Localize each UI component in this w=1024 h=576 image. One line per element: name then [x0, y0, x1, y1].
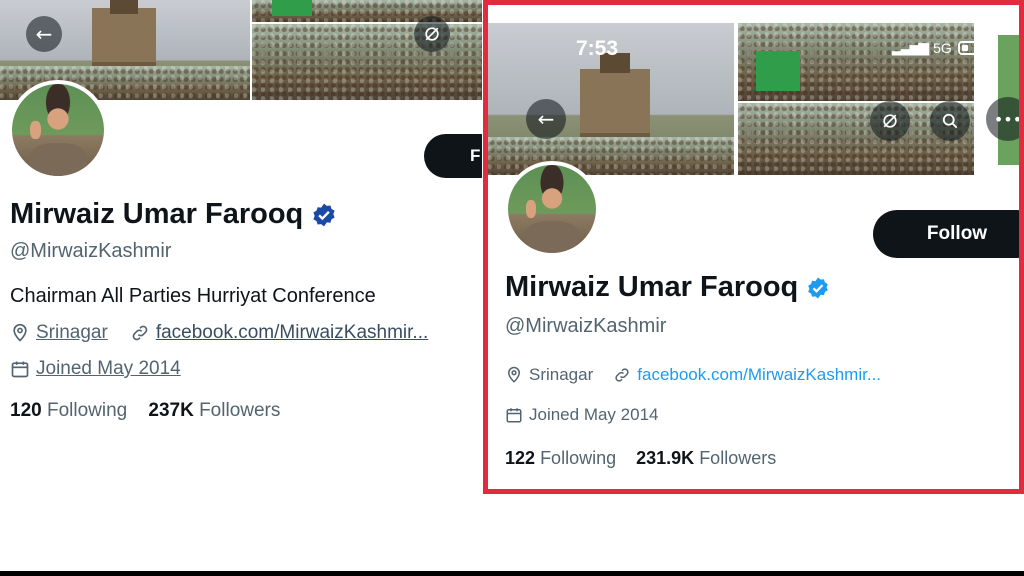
profile-banner: 7:53 ▂▃▅▆ 5G ← ••• — [488, 5, 1019, 175]
profile-meta-row-1: Srinagar facebook.com/MirwaizKashmir... — [10, 322, 428, 344]
back-arrow-icon: ← — [35, 22, 53, 46]
profile-name-text: Mirwaiz Umar Farooq — [10, 198, 304, 230]
joined-date: Joined May 2014 — [529, 405, 659, 424]
banner-image-crowd-top — [252, 0, 482, 22]
banner-image-crowd-top — [738, 23, 974, 101]
refresh-icon — [425, 27, 439, 41]
right-profile-screenshot: 7:53 ▂▃▅▆ 5G ← ••• Follow Mirwaiz Umar F… — [483, 0, 1024, 494]
profile-bio: Chairman All Parties Hurriyat Conference — [10, 285, 376, 307]
profile-meta-row-1: Srinagar facebook.com/MirwaizKashmir... — [505, 365, 881, 385]
network-label: 5G — [933, 39, 952, 56]
back-arrow-icon: ← — [537, 107, 555, 131]
following-count: 120 — [10, 400, 42, 421]
bottom-divider — [0, 571, 1024, 576]
followers-count: 231.9K — [636, 448, 695, 468]
website-link[interactable]: facebook.com/MirwaizKashmir... — [156, 322, 428, 344]
following-label: Following — [540, 448, 617, 468]
profile-handle: @MirwaizKashmir — [505, 315, 667, 337]
refresh-button[interactable] — [870, 101, 910, 141]
location-pin-icon — [507, 366, 521, 383]
profile-stats: 122 Following 231.9K Followers — [505, 448, 776, 469]
follow-button[interactable]: Follow — [873, 210, 1019, 258]
more-button[interactable]: ••• — [986, 97, 1019, 141]
more-icon: ••• — [993, 109, 1019, 129]
followers-label: Followers — [199, 400, 281, 421]
battery-icon — [957, 40, 988, 55]
refresh-button[interactable] — [414, 16, 450, 52]
followers-link[interactable]: 237K Followers — [148, 400, 280, 421]
profile-meta-row-2: Joined May 2014 — [505, 405, 658, 425]
follow-button-label: F — [470, 146, 481, 165]
location-text: Srinagar — [36, 322, 108, 343]
followers-count: 237K — [148, 400, 194, 421]
location-pin-icon — [13, 323, 27, 342]
avatar[interactable] — [504, 161, 600, 257]
back-button[interactable]: ← — [526, 99, 566, 139]
following-link[interactable]: 120 Following — [10, 400, 127, 421]
profile-handle: @MirwaizKashmir — [10, 240, 172, 262]
status-time: 7:53 — [576, 37, 619, 60]
follow-button-label: Follow — [926, 223, 988, 244]
profile-name: Mirwaiz Umar Farooq — [10, 198, 337, 231]
avatar[interactable] — [8, 80, 108, 180]
search-icon — [942, 113, 958, 129]
status-bar-right: ▂▃▅▆ 5G — [892, 39, 988, 56]
profile-meta-row-2: Joined May 2014 — [10, 358, 181, 380]
left-profile-screenshot: ← F Mirwaiz Umar Farooq @MirwaizKashmir … — [0, 0, 482, 480]
calendar-icon — [506, 408, 522, 423]
profile-stats: 120 Following 237K Followers — [10, 400, 280, 422]
location-text: Srinagar — [529, 365, 594, 384]
follow-button[interactable]: F — [424, 134, 482, 178]
search-button[interactable] — [930, 101, 970, 141]
website-link[interactable]: facebook.com/MirwaizKashmir... — [637, 365, 881, 385]
following-link[interactable]: 122 Following — [505, 448, 616, 468]
profile-name: Mirwaiz Umar Farooq — [505, 271, 830, 304]
following-label: Following — [46, 400, 128, 421]
calendar-icon — [11, 361, 29, 378]
profile-name-text: Mirwaiz Umar Farooq — [505, 271, 799, 303]
signal-icon: ▂▃▅▆ — [892, 39, 929, 55]
following-count: 122 — [505, 448, 536, 468]
verified-badge-icon — [311, 202, 337, 228]
followers-link[interactable]: 231.9K Followers — [636, 448, 776, 468]
verified-badge-icon — [806, 276, 830, 300]
refresh-icon — [883, 114, 897, 128]
followers-label: Followers — [699, 448, 777, 468]
link-icon — [615, 368, 629, 382]
link-icon — [132, 325, 148, 341]
back-button[interactable]: ← — [26, 16, 62, 52]
joined-date: Joined May 2014 — [36, 358, 181, 379]
